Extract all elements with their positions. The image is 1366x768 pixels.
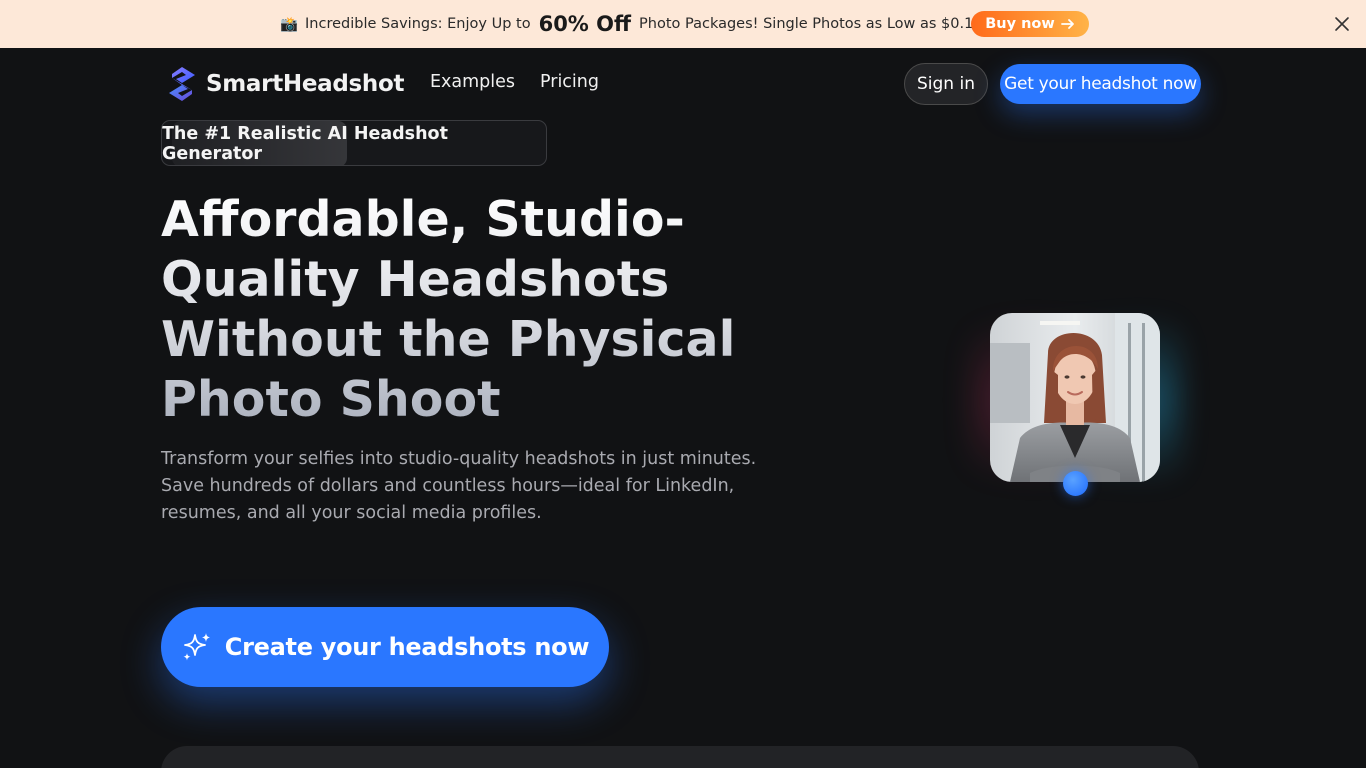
- hero-badge: The #1 Realistic AI Headshot Generator: [161, 120, 547, 166]
- hero-title-line: Affordable, Studio-: [161, 191, 685, 248]
- create-headshots-button[interactable]: Create your headshots now: [161, 607, 609, 687]
- promo-text-before: Incredible Savings: Enjoy Up to: [305, 16, 531, 32]
- create-headshots-label: Create your headshots now: [224, 633, 590, 661]
- hero-title-line: Quality Headshots: [161, 251, 670, 308]
- promo-message: 📸 Incredible Savings: Enjoy Up to 60% Of…: [277, 0, 988, 48]
- hero-subtitle-line: Transform your selfies into studio-quali…: [161, 449, 757, 469]
- sample-headshot-image: [990, 313, 1160, 482]
- promo-banner: 📸 Incredible Savings: Enjoy Up to 60% Of…: [0, 0, 1366, 48]
- hero-title-line: Photo Shoot: [161, 371, 501, 428]
- sign-in-button[interactable]: Sign in: [904, 63, 988, 105]
- content-panel: [161, 746, 1199, 768]
- promo-text-after: Photo Packages! Single Photos as Low as …: [639, 16, 989, 32]
- get-headshot-button[interactable]: Get your headshot now: [1000, 64, 1201, 104]
- logo-icon: [169, 67, 195, 101]
- hero-title-line: Without the Physical: [161, 311, 736, 368]
- hero-title: Affordable, Studio- Quality Headshots Wi…: [161, 190, 861, 430]
- nav-examples[interactable]: Examples: [430, 72, 515, 92]
- close-icon[interactable]: [1331, 13, 1353, 35]
- hero-subtitle-line: resumes, and all your social media profi…: [161, 503, 542, 523]
- sparkles-icon: [183, 633, 210, 661]
- buy-now-label: Buy now: [985, 16, 1055, 32]
- brand-logo[interactable]: SmartHeadshot: [166, 66, 404, 102]
- brand-name: SmartHeadshot: [206, 71, 405, 97]
- nav-pricing[interactable]: Pricing: [540, 72, 599, 92]
- camera-icon: 📸: [279, 16, 299, 33]
- hero-subtitle-line: Save hundreds of dollars and countless h…: [161, 476, 735, 496]
- hero-subtitle: Transform your selfies into studio-quali…: [161, 446, 801, 527]
- buy-now-button[interactable]: Buy now: [971, 11, 1089, 37]
- carousel-dot[interactable]: [1063, 471, 1088, 496]
- badge-label: The #1 Realistic AI Headshot Generator: [162, 124, 448, 164]
- arrow-right-icon: [1060, 19, 1074, 29]
- promo-highlight: 60% Off: [538, 12, 632, 36]
